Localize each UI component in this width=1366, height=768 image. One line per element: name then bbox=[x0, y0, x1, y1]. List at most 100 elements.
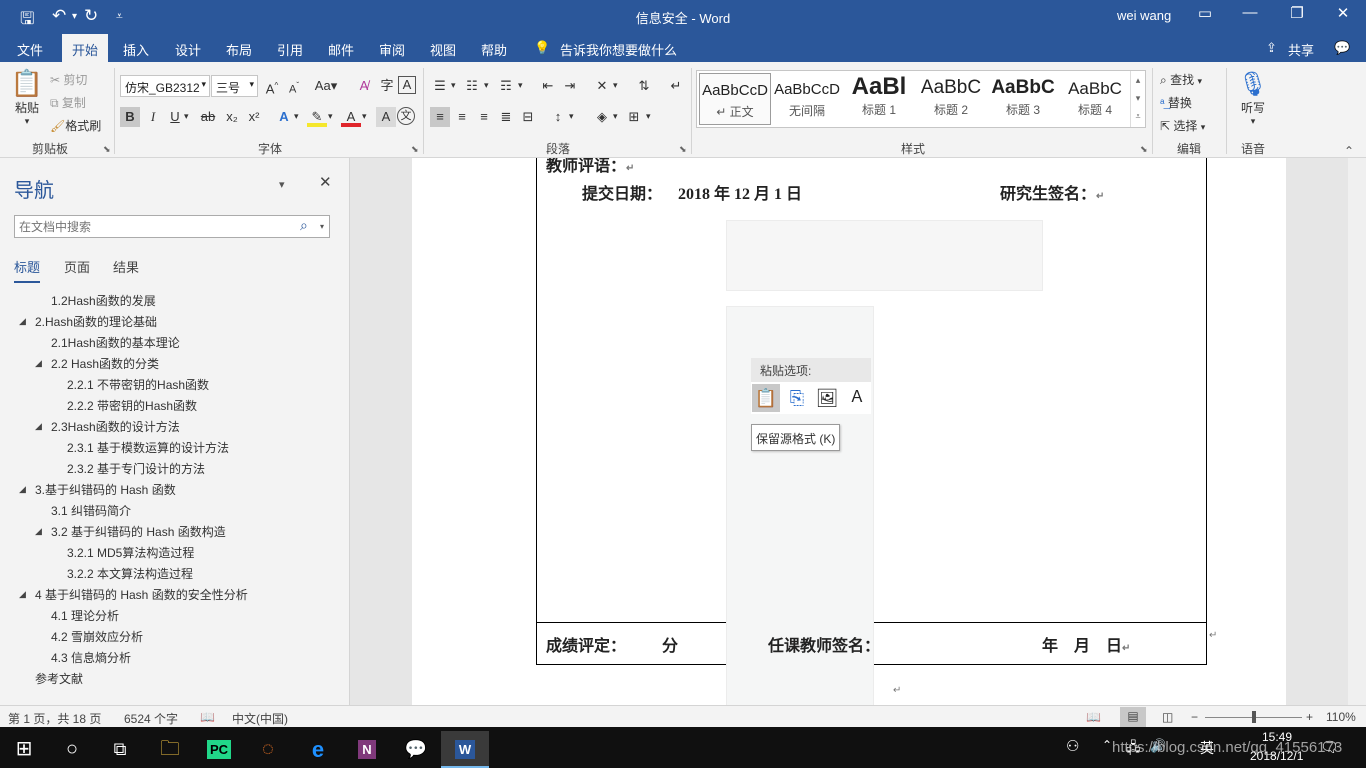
borders-dropdown-icon[interactable]: ▾ bbox=[646, 111, 651, 122]
tab-layout[interactable]: 布局 bbox=[226, 40, 252, 59]
styles-scroll[interactable]: ▴ ▾ ⩡ bbox=[1130, 71, 1145, 127]
tab-view[interactable]: 视图 bbox=[430, 40, 456, 59]
wechat-icon[interactable]: 💬 bbox=[392, 731, 440, 768]
collapse-toggle-icon[interactable]: ◢ bbox=[19, 589, 26, 600]
file-explorer-icon[interactable]: 🗀 bbox=[146, 731, 194, 768]
search-dropdown-icon[interactable]: ▾ bbox=[320, 222, 324, 231]
tab-mailings[interactable]: 邮件 bbox=[328, 40, 354, 59]
collapse-toggle-icon[interactable]: ◢ bbox=[35, 526, 42, 537]
font-color-button[interactable]: A bbox=[341, 107, 361, 127]
zoom-slider-thumb[interactable] bbox=[1252, 711, 1256, 723]
nav-tab-results[interactable]: 结果 bbox=[113, 257, 139, 276]
shading-dropdown-icon[interactable]: ▾ bbox=[613, 111, 618, 122]
nav-heading-item[interactable]: 4.1 理论分析 bbox=[51, 607, 119, 624]
style-no-spacing[interactable]: AaBbCcD 无间隔 bbox=[771, 73, 843, 125]
change-case-icon[interactable]: Aa▾ bbox=[312, 76, 340, 96]
increase-indent-icon[interactable]: ⇥ bbox=[560, 76, 580, 96]
nav-heading-item[interactable]: 3.基于纠错码的 Hash 函数 bbox=[35, 481, 176, 498]
nav-tab-headings[interactable]: 标题 bbox=[14, 257, 41, 283]
bold-button[interactable]: B bbox=[120, 107, 140, 127]
font-name-select[interactable]: 仿宋_GB2312 ▾ bbox=[120, 75, 210, 97]
nav-heading-item[interactable]: 4.3 信息熵分析 bbox=[51, 649, 131, 666]
jupyter-icon[interactable]: ◌ bbox=[244, 731, 292, 768]
font-color-dropdown-icon[interactable]: ▾ bbox=[362, 111, 367, 122]
dictate-dropdown-icon[interactable]: ▾ bbox=[1236, 116, 1270, 127]
nav-heading-item[interactable]: 2.3.2 基于专门设计的方法 bbox=[67, 460, 205, 477]
chinese-layout-dropdown-icon[interactable]: ▾ bbox=[613, 80, 618, 91]
search-icon[interactable]: ⌕ bbox=[300, 217, 308, 234]
people-icon[interactable]: ⚇ bbox=[1066, 737, 1079, 755]
decrease-indent-icon[interactable]: ⇤ bbox=[538, 76, 558, 96]
highlight-icon[interactable]: ✎ bbox=[307, 107, 327, 127]
font-size-select[interactable]: 三号 ▾ bbox=[211, 75, 258, 97]
phonetic-guide-button[interactable]: 字 bbox=[377, 76, 397, 96]
tab-references[interactable]: 引用 bbox=[277, 40, 303, 59]
numbering-dropdown-icon[interactable]: ▾ bbox=[484, 80, 489, 91]
pasted-image-placeholder[interactable] bbox=[726, 220, 1043, 291]
tab-review[interactable]: 审阅 bbox=[379, 40, 405, 59]
nav-heading-item[interactable]: 3.2.2 本文算法构造过程 bbox=[67, 565, 193, 582]
character-border-button[interactable]: A bbox=[398, 76, 416, 94]
dictate-button[interactable]: 🎙 听写 ▾ bbox=[1236, 70, 1270, 127]
zoom-out-icon[interactable]: − bbox=[1191, 710, 1198, 724]
collapse-ribbon-icon[interactable]: ⌃ bbox=[1344, 144, 1354, 158]
language[interactable]: 中文(中国) bbox=[232, 710, 288, 727]
nav-heading-item[interactable]: 3.2.1 MD5算法构造过程 bbox=[67, 544, 194, 561]
minimize-button[interactable]: — bbox=[1235, 4, 1265, 21]
collapse-toggle-icon[interactable]: ◢ bbox=[19, 316, 26, 327]
sort-icon[interactable]: ⇅ bbox=[634, 76, 654, 96]
replace-button[interactable]: ᵃ͢ 替换 bbox=[1160, 94, 1192, 111]
text-effects-icon[interactable]: A bbox=[274, 107, 294, 127]
tab-help[interactable]: 帮助 bbox=[481, 40, 507, 59]
keep-source-formatting-icon[interactable]: 📋 bbox=[752, 384, 780, 412]
read-mode-icon[interactable]: 📖 bbox=[1086, 710, 1101, 724]
paste-dropdown-icon[interactable]: ▾ bbox=[10, 116, 44, 127]
nav-heading-item[interactable]: 2.1Hash函数的基本理论 bbox=[51, 334, 180, 351]
copy-button[interactable]: ⧉ 复制 bbox=[50, 94, 86, 111]
line-spacing-icon[interactable]: ↕ bbox=[548, 107, 568, 127]
edge-icon[interactable]: e bbox=[294, 731, 342, 768]
italic-button[interactable]: I bbox=[143, 107, 163, 127]
zoom-in-icon[interactable]: + bbox=[1306, 710, 1313, 724]
superscript-button[interactable]: x² bbox=[244, 107, 264, 127]
underline-button[interactable]: U bbox=[165, 107, 185, 127]
nav-heading-item[interactable]: 1.2Hash函数的发展 bbox=[51, 292, 156, 309]
align-left-icon[interactable]: ≡ bbox=[430, 107, 450, 127]
ribbon-display-options-icon[interactable]: ▭ bbox=[1190, 4, 1220, 22]
keep-text-only-icon[interactable]: Ａ bbox=[843, 384, 871, 412]
word-icon[interactable]: W bbox=[441, 731, 489, 768]
nav-heading-item[interactable]: 2.3Hash函数的设计方法 bbox=[51, 418, 180, 435]
style-heading-1[interactable]: AaBl 标题 1 bbox=[843, 73, 915, 125]
character-shading-button[interactable]: A bbox=[376, 107, 396, 127]
grow-font-icon[interactable]: A^ bbox=[262, 76, 282, 96]
tab-design[interactable]: 设计 bbox=[175, 40, 201, 59]
justify-icon[interactable]: ≣ bbox=[496, 107, 516, 127]
nav-heading-item[interactable]: 参考文献 bbox=[35, 670, 83, 687]
clipboard-launcher-icon[interactable]: ⬊ bbox=[103, 144, 111, 155]
distributed-icon[interactable]: ⊟ bbox=[518, 107, 538, 127]
align-right-icon[interactable]: ≡ bbox=[474, 107, 494, 127]
bullets-dropdown-icon[interactable]: ▾ bbox=[451, 80, 456, 91]
merge-formatting-icon[interactable]: ⎘ bbox=[783, 384, 811, 412]
task-view-icon[interactable]: ⧉ bbox=[96, 731, 144, 768]
proofing-icon[interactable]: 📖 bbox=[200, 710, 215, 724]
search-circle-icon[interactable]: ○ bbox=[48, 731, 96, 768]
nav-heading-item[interactable]: 3.1 纠错码简介 bbox=[51, 502, 131, 519]
clear-formatting-icon[interactable]: A̸ bbox=[354, 76, 374, 96]
nav-tab-pages[interactable]: 页面 bbox=[64, 257, 90, 276]
bullets-icon[interactable]: ☰ bbox=[430, 76, 450, 96]
paragraph-launcher-icon[interactable]: ⬊ bbox=[679, 144, 687, 155]
tab-insert[interactable]: 插入 bbox=[123, 40, 149, 59]
format-painter-button[interactable]: 🖌格式刷 bbox=[50, 117, 101, 134]
nav-heading-item[interactable]: 2.2.2 带密钥的Hash函数 bbox=[67, 397, 197, 414]
word-count[interactable]: 6524 个字 bbox=[124, 710, 178, 727]
nav-heading-item[interactable]: 2.2 Hash函数的分类 bbox=[51, 355, 159, 372]
pycharm-icon[interactable]: PC bbox=[195, 731, 243, 768]
nav-options-icon[interactable]: ▾ bbox=[279, 178, 285, 191]
strikethrough-button[interactable]: ab bbox=[198, 107, 218, 127]
nav-heading-item[interactable]: 4 基于纠错码的 Hash 函数的安全性分析 bbox=[35, 586, 248, 603]
multilevel-list-icon[interactable]: ☶ bbox=[496, 76, 516, 96]
chinese-layout-icon[interactable]: ✕ bbox=[592, 76, 612, 96]
style-normal[interactable]: AaBbCcD ↵ 正文 bbox=[699, 73, 771, 125]
close-button[interactable]: ✕ bbox=[1328, 4, 1358, 22]
